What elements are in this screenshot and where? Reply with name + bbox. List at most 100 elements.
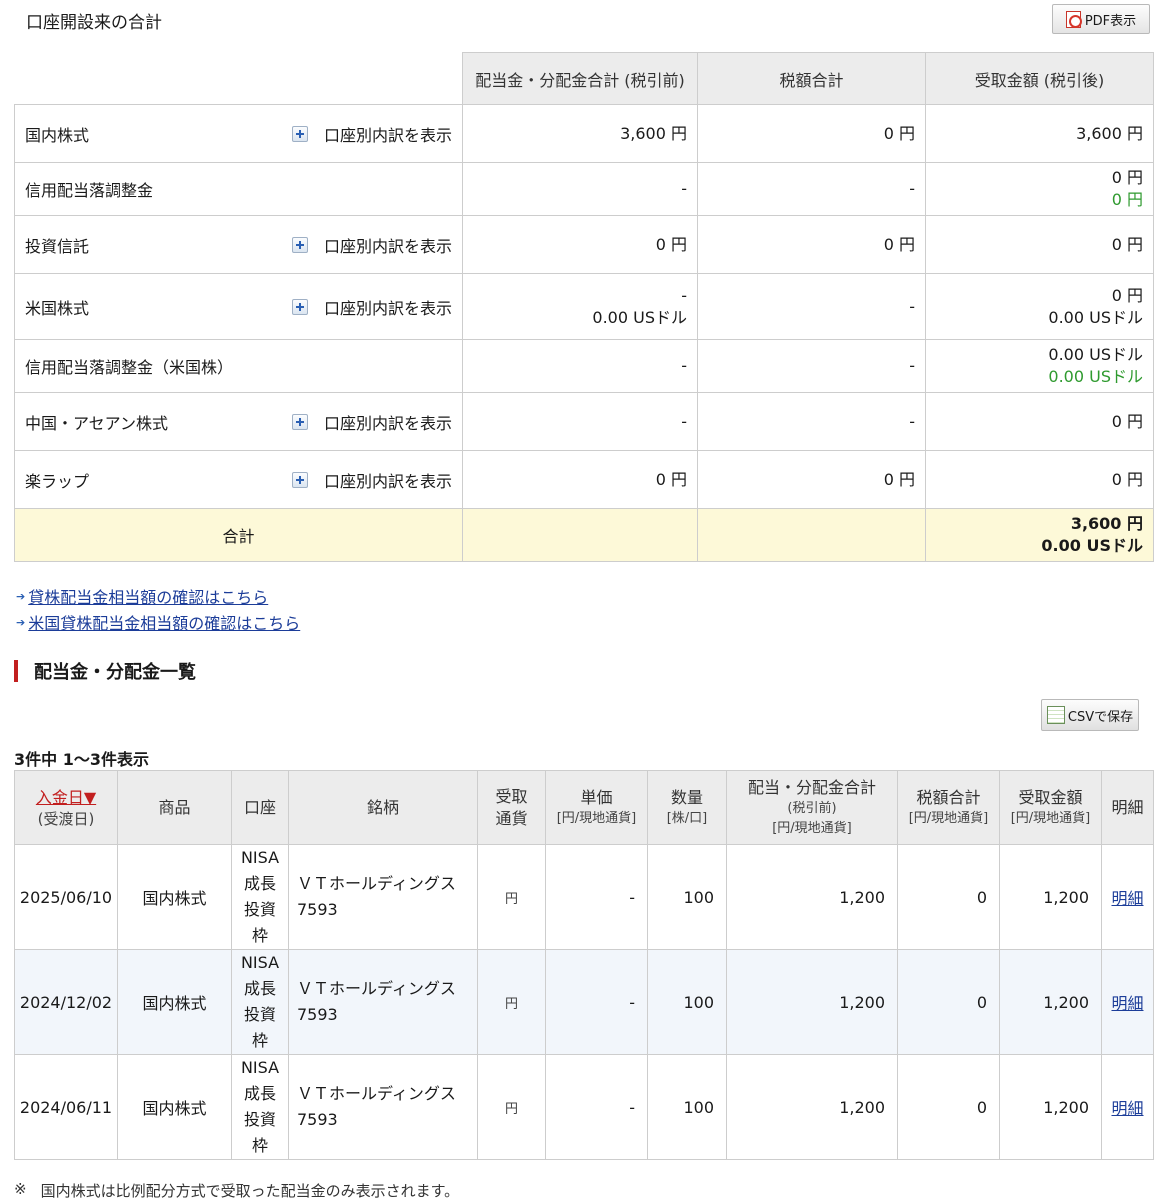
posttax-cell: 3,600 円	[925, 104, 1154, 163]
tax-cell-value: -	[909, 356, 915, 375]
header-tax-sub: [円/現地通貨]	[908, 810, 989, 826]
tax-cell: 0 円	[697, 104, 926, 163]
summary-row: 中国・アセアン株式 口座別内訳を表示 - - 0 円	[14, 392, 1154, 451]
posttax-cell: 0 円	[925, 215, 1154, 274]
table-row: 2024/06/11 国内株式 NISA 成長 投資枠 ＶＴホールディングス 7593 円 -1…	[14, 1054, 1154, 1160]
pretax-cell: -	[462, 392, 698, 451]
breakdown-toggle[interactable]: 口座別内訳を表示	[291, 122, 452, 146]
account-line: 枠	[251, 1031, 268, 1050]
header-gross-sub1: (税引前)	[787, 800, 837, 816]
total-posttax-cell: 3,600 円 0.00 USドル	[925, 508, 1154, 562]
summary-row-label-cell: 楽ラップ 口座別内訳を表示	[14, 450, 463, 509]
qty-cell: 100	[647, 949, 727, 1055]
stock-name: ＶＴホールディングス	[297, 979, 456, 998]
pretax-cell-value: -	[681, 411, 687, 431]
breakdown-label: 口座別内訳を表示	[323, 471, 452, 491]
summary-header-pretax: 配当金・分配金合計 (税引前)	[462, 52, 698, 105]
account-cell: NISA 成長 投資枠	[231, 949, 289, 1055]
posttax-cell-value: 0 円	[1111, 168, 1143, 187]
date-cell: 2024/06/11	[14, 1054, 118, 1160]
stock-code: 7593	[297, 1110, 338, 1129]
result-count: 3件中 1〜3件表示	[14, 750, 149, 769]
detail-link[interactable]: 明細	[1111, 889, 1143, 908]
gross-cell: 1,200	[726, 844, 898, 950]
date-cell: 2024/12/02	[14, 949, 118, 1055]
header-net-label: 受取金額	[1018, 787, 1083, 807]
header-qty: 数量 [株/口]	[647, 770, 727, 845]
posttax-cell: 0 円0 円	[925, 162, 1154, 216]
header-date-sub: (受渡日)	[37, 809, 95, 828]
csv-button[interactable]: CSVで保存	[1041, 699, 1139, 731]
breakdown-toggle[interactable]: 口座別内訳を表示	[291, 233, 452, 257]
header-product: 商品	[117, 770, 232, 845]
account-line: 成長	[243, 1084, 276, 1103]
account-cell: NISA 成長 投資枠	[231, 1054, 289, 1160]
breakdown-toggle[interactable]: 口座別内訳を表示	[291, 468, 452, 492]
pdf-icon	[1065, 10, 1082, 28]
tax-cell-value: 0 円	[883, 123, 915, 143]
section-marker	[14, 660, 18, 682]
name-cell: ＶＴホールディングス 7593	[288, 844, 478, 950]
table-row: 2025/06/10 国内株式 NISA 成長 投資枠 ＶＴホールディングス 7593 円 -1…	[14, 844, 1154, 950]
account-line: 投資	[243, 1005, 276, 1024]
name-cell: ＶＴホールディングス 7593	[288, 1054, 478, 1160]
tax-cell-value: 0 円	[883, 469, 915, 489]
pretax-cell-value: -	[681, 356, 687, 375]
footnote-mark: ※	[14, 1180, 27, 1198]
posttax-cell-value: 0 円	[1111, 469, 1143, 489]
header-tax-label: 税額合計	[916, 787, 981, 807]
posttax-cell-green-value: 0 円	[1111, 190, 1143, 209]
stock-name: ＶＴホールディングス	[297, 874, 456, 893]
header-account: 口座	[231, 770, 289, 845]
net-cell: 1,200	[999, 844, 1102, 950]
pretax-cell: 0 円	[462, 215, 698, 274]
dividend-table: 入金日▼ (受渡日) 商品 口座 銘柄 受取 通貨 単価 [円/現地通貨] 数量…	[14, 770, 1154, 1160]
tax-cell-value: -	[909, 179, 915, 198]
header-unit-label: 単価	[580, 787, 613, 807]
header-detail: 明細	[1101, 770, 1154, 845]
qty-cell: 100	[647, 844, 727, 950]
stock-code: 7593	[297, 1005, 338, 1024]
summary-row-label: 信用配当落調整金	[25, 181, 154, 200]
breakdown-toggle[interactable]: 口座別内訳を表示	[291, 295, 452, 319]
breakdown-label: 口座別内訳を表示	[323, 298, 452, 318]
sort-date-link[interactable]: 入金日▼	[36, 788, 96, 807]
detail-link[interactable]: 明細	[1111, 994, 1143, 1013]
detail-link[interactable]: 明細	[1111, 1099, 1143, 1118]
us-lending-link[interactable]: 米国貸株配当金相当額の確認はこちら	[28, 610, 300, 634]
header-currency-2: 通貨	[495, 808, 528, 828]
summary-row-label-cell: 信用配当落調整金	[14, 162, 463, 216]
unit-cell: -	[545, 949, 648, 1055]
tax-cell-value: -	[909, 296, 915, 316]
posttax-cell-value: 0 円	[1111, 411, 1143, 431]
summary-row-label: 米国株式	[25, 298, 90, 318]
summary-header-tax: 税額合計	[697, 52, 926, 105]
unit-cell: -	[545, 1054, 648, 1160]
summary-row: 信用配当落調整金（米国株） - - 0.00 USドル 0.00 USドル	[14, 339, 1154, 393]
header-unit-sub: [円/現地通貨]	[556, 810, 637, 826]
breakdown-toggle[interactable]: 口座別内訳を表示	[291, 410, 452, 434]
plus-icon	[291, 236, 308, 253]
posttax-cell-green-value: 0.00 USドル	[1048, 367, 1143, 386]
pretax-cell-value: -	[681, 179, 687, 198]
summary-row-label-cell: 米国株式 口座別内訳を表示	[14, 273, 463, 340]
pretax-cell: -0.00 USドル	[462, 273, 698, 340]
lending-link[interactable]: 貸株配当金相当額の確認はこちら	[28, 584, 268, 608]
summary-row-label: 国内株式	[25, 125, 90, 145]
section-title: 配当金・分配金一覧	[34, 662, 196, 683]
date-cell: 2025/06/10	[14, 844, 118, 950]
summary-row: 信用配当落調整金 - -0 円0 円	[14, 162, 1154, 216]
account-line: 投資	[243, 900, 276, 919]
tax-cell: 0	[897, 844, 1000, 950]
plus-icon	[291, 298, 308, 315]
summary-header-blank	[14, 52, 463, 105]
tax-cell-value: 0 円	[883, 234, 915, 254]
tax-cell: 0 円	[697, 450, 926, 509]
footnote: ※ 国内株式は比例配分方式で受取った配当金のみ表示されます。	[14, 1180, 459, 1200]
summary-row-label-cell: 投資信託 口座別内訳を表示	[14, 215, 463, 274]
header-net-sub: [円/現地通貨]	[1010, 810, 1091, 826]
total-pretax-cell	[462, 508, 698, 562]
section-header: 配当金・分配金一覧	[14, 658, 196, 684]
pdf-button[interactable]: PDF表示	[1052, 4, 1150, 34]
tax-cell: -	[697, 339, 926, 393]
